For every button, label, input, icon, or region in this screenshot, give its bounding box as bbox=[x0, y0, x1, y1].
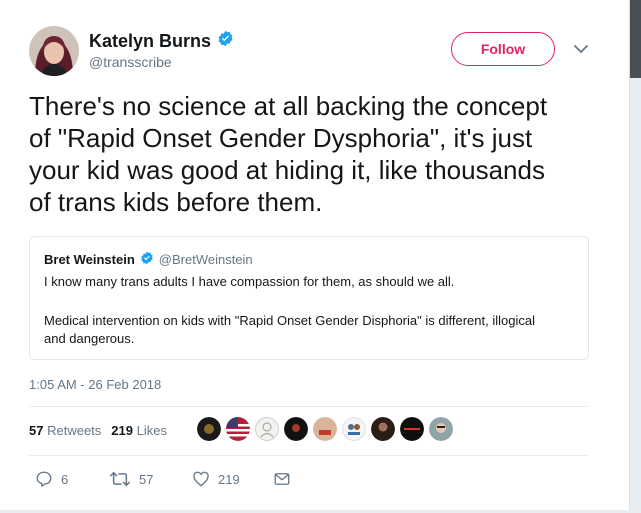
tweet-text-line: There's no science at all backing the co… bbox=[29, 91, 548, 121]
direct-message-action[interactable] bbox=[273, 470, 291, 488]
liker-avatars bbox=[197, 417, 453, 441]
tweet-text-line: of trans kids before them. bbox=[29, 187, 323, 217]
likes-count: 219 bbox=[111, 423, 133, 438]
quoted-tweet-header: Bret Weinstein @BretWeinstein bbox=[44, 251, 253, 268]
liker-avatar[interactable] bbox=[342, 417, 366, 441]
heart-icon bbox=[193, 471, 209, 487]
author-avatar[interactable] bbox=[29, 26, 79, 76]
reply-count: 6 bbox=[61, 471, 69, 487]
tweet-timestamp[interactable]: 1:05 AM - 26 Feb 2018 bbox=[29, 377, 161, 392]
liker-avatar[interactable] bbox=[284, 417, 308, 441]
liker-avatar[interactable] bbox=[429, 417, 453, 441]
quoted-tweet-text-line: Medical intervention on kids with "Rapid… bbox=[44, 313, 535, 328]
liker-avatar[interactable] bbox=[400, 417, 424, 441]
quoted-author-handle: @BretWeinstein bbox=[158, 252, 253, 267]
page-background-strip bbox=[629, 0, 641, 513]
liker-avatar[interactable] bbox=[313, 417, 337, 441]
liker-avatar[interactable] bbox=[371, 417, 395, 441]
likes-label: Likes bbox=[136, 423, 167, 438]
reply-action[interactable]: 6 bbox=[35, 470, 68, 488]
page-background-dark bbox=[630, 0, 641, 78]
tweet-text-line: of "Rapid Onset Gender Dysphoria", it's … bbox=[29, 123, 533, 153]
retweets-stat[interactable]: 57 Retweets bbox=[29, 423, 101, 438]
likes-stat[interactable]: 219 Likes bbox=[111, 423, 167, 438]
tweet-text-line: your kid was good at hiding it, like tho… bbox=[29, 155, 545, 185]
retweets-count: 57 bbox=[29, 423, 44, 438]
divider bbox=[29, 455, 589, 456]
quoted-verified-badge-icon bbox=[140, 251, 154, 268]
divider bbox=[29, 406, 589, 407]
tweet-stats: 57 Retweets 219 Likes bbox=[29, 423, 167, 438]
liker-avatar[interactable] bbox=[226, 417, 250, 441]
like-count: 219 bbox=[218, 471, 240, 487]
retweet-action[interactable]: 57 bbox=[109, 470, 153, 488]
retweet-icon bbox=[109, 471, 131, 487]
retweet-count: 57 bbox=[139, 471, 154, 487]
like-action[interactable]: 219 bbox=[192, 470, 240, 488]
author-handle[interactable]: @transscribe bbox=[89, 54, 172, 70]
tweet-text: There's no science at all backing the co… bbox=[29, 90, 604, 218]
author-name-row: Katelyn Burns bbox=[89, 30, 234, 52]
quoted-tweet[interactable]: Bret Weinstein @BretWeinstein I know man… bbox=[29, 236, 589, 360]
chevron-down-icon[interactable] bbox=[572, 40, 590, 58]
retweets-label: Retweets bbox=[47, 423, 102, 438]
quoted-tweet-text-line: I know many trans adults I have compassi… bbox=[44, 274, 455, 289]
verified-badge-icon bbox=[217, 30, 234, 52]
author-display-name[interactable]: Katelyn Burns bbox=[89, 31, 211, 52]
reply-icon bbox=[36, 471, 52, 487]
liker-avatar[interactable] bbox=[197, 417, 221, 441]
envelope-icon bbox=[274, 473, 290, 485]
follow-button[interactable]: Follow bbox=[451, 32, 555, 66]
quoted-author-name: Bret Weinstein bbox=[44, 252, 135, 267]
liker-avatar[interactable] bbox=[255, 417, 279, 441]
quoted-tweet-text-line: and dangerous. bbox=[44, 331, 135, 346]
